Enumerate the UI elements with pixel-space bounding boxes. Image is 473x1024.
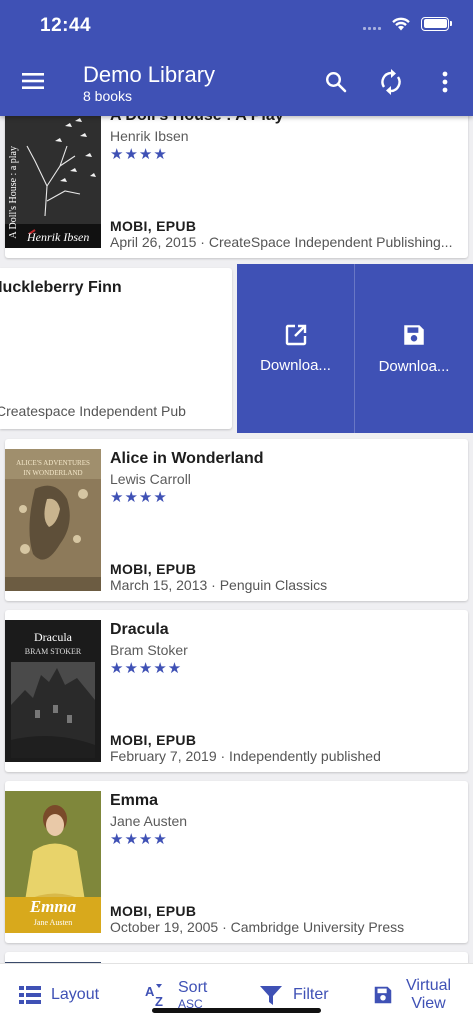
action-label: Downloa... [260,357,331,374]
status-time: 12:44 [40,15,92,36]
book-info: Emma Jane Austen ★★★★ [110,791,462,849]
more-vert-icon [442,71,448,93]
signal-icon [363,18,381,30]
book-cover: ALICE'S ADVENTURES IN WONDERLAND [5,449,101,591]
cover-title: Emma [29,897,77,916]
cover-author: Henrik Ibsen [27,230,90,244]
book-author: Henrik Ibsen [110,128,189,144]
book-card[interactable]: ALICE'S ADVENTURES IN WONDERLAND Alice i… [5,439,468,601]
book-author: Lewis Carroll [110,471,191,487]
book-meta: MOBI, EPUB April 26, 2015 · CreateSpace … [110,218,462,251]
svg-text:IN WONDERLAND: IN WONDERLAND [23,469,82,477]
book-pubinfo: October 19, 2005 · Cambridge University … [110,919,405,935]
book-pubinfo: April 26, 2015 · CreateSpace Independent… [110,234,453,250]
book-title: Alice in Wonderland [110,450,264,467]
virtual-label-group: Virtual View [406,977,451,1013]
book-formats: MOBI, EPUB [110,218,197,234]
sort-az-icon: A Z [145,983,163,1008]
save-icon [404,325,424,345]
download-action-2[interactable]: Downloa... [355,264,473,433]
book-formats: MOBI, EPUB [110,561,197,577]
rating-stars: ★★★★★ [110,660,183,677]
rating-stars: ★★★★ [110,489,168,506]
book-pubinfo: March 15, 2013 · Penguin Classics [110,577,328,593]
filter-label: Filter [293,985,329,1003]
rating-stars: ★★★★ [110,146,168,163]
book-meta: MOBI, EPUB March 15, 2013 · Penguin Clas… [110,561,462,594]
book-cover: Emma Jane Austen [5,791,101,933]
list-layout-icon [19,985,41,1004]
filter-icon [260,985,282,1005]
rating-stars: ★★★★ [110,831,168,848]
view-label: View [411,994,446,1012]
download-action-1[interactable]: Downloa... [237,264,355,433]
book-info: Dracula Bram Stoker ★★★★★ [110,620,462,678]
sync-button[interactable] [377,68,405,96]
layout-button[interactable]: Layout [19,964,99,1024]
battery-icon [421,16,452,31]
sort-label: Sort [178,978,208,996]
book-formats: MOBI, EPUB [110,903,197,919]
book-formats: MOBI, EPUB [110,732,197,748]
cover-author: Jane Austen [33,918,73,927]
book-card[interactable]: A Doll's House : a play Henrik Ibsen A D… [5,96,468,258]
page-title: Demo Library [83,62,216,87]
sort-label-group: Sort ASC [178,979,207,1011]
book-meta: MOBI, EPUB October 19, 2005 · Cambridge … [110,903,462,936]
open-in-new-icon [285,324,306,346]
book-meta: MOBI, EPUB February 7, 2019 · Independen… [110,732,462,765]
app-bar: 12:44 Demo Library 8 books [0,0,473,116]
wifi-icon [392,17,410,31]
book-author: Jane Austen [110,813,188,829]
book-card[interactable]: Emma Jane Austen Emma Jane Austen ★★★★ M… [5,781,468,943]
action-label: Downloa... [378,358,450,375]
search-icon [325,71,347,93]
book-author: Bram Stoker [110,642,188,658]
book-cover: A Doll's House : a play Henrik Ibsen [5,106,101,248]
menu-icon [22,73,44,89]
svg-text:A: A [145,984,155,999]
menu-button[interactable] [18,66,48,96]
cover-title: A Doll's House : a play [8,146,19,239]
book-card-swiped[interactable]: Huckleberry Finn Createspace Independent… [0,268,232,429]
book-title: Emma [110,792,159,809]
home-indicator [152,1008,321,1013]
layout-label: Layout [51,985,100,1003]
status-icons [363,16,452,31]
cover-title: Dracula [34,630,72,644]
book-info: Alice in Wonderland Lewis Carroll ★★★★ [110,449,462,507]
svg-text:Z: Z [155,994,163,1008]
book-count: 8 books [83,88,133,104]
book-title: Dracula [110,621,169,638]
sync-icon [381,69,401,95]
more-button[interactable] [431,68,459,96]
book-pubinfo: February 7, 2019 · Independently publish… [110,748,381,764]
book-cover: Dracula BRAM STOKER [5,620,101,762]
filter-button[interactable]: Filter [259,964,329,1024]
sort-button[interactable]: A Z Sort ASC [144,964,207,1024]
bottom-toolbar: Layout A Z Sort ASC Filter Virtual View [0,963,473,1024]
book-title: Huckleberry Finn [0,279,122,296]
svg-text:ALICE'S ADVENTURES: ALICE'S ADVENTURES [16,459,90,467]
virtual-view-button[interactable]: Virtual View [372,964,451,1024]
book-pubinfo: Createspace Independent Pub [0,403,186,419]
book-card[interactable]: Dracula BRAM STOKER Dracula Bram Stoker … [5,610,468,772]
title-block: Demo Library 8 books [83,62,215,105]
save-icon [374,986,392,1003]
search-button[interactable] [322,68,350,96]
cover-author: BRAM STOKER [24,647,82,656]
virtual-label: Virtual [406,976,452,994]
